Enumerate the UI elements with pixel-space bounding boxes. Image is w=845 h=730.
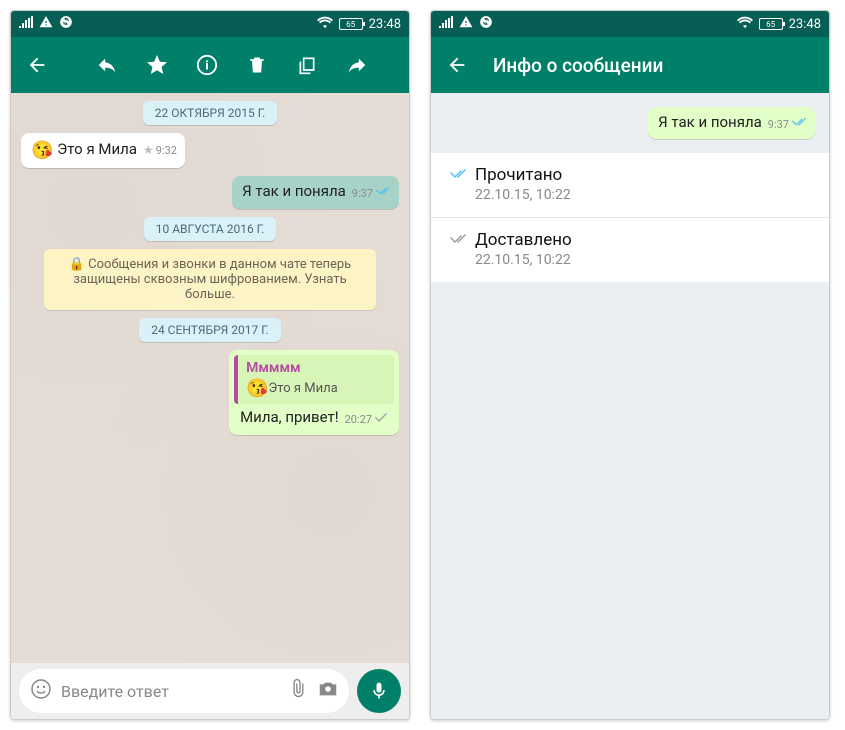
camera-icon[interactable] [317, 678, 339, 704]
battery-icon: 65 [339, 18, 363, 30]
info-action-bar: Инфо о сообщении [431, 37, 829, 93]
reply-quote[interactable]: Ммммм 😘Это я Мила [234, 355, 394, 405]
selection-action-bar [11, 37, 409, 93]
date-chip: 24 СЕНТЯБРЯ 2017 Г. [139, 318, 281, 342]
encryption-notice[interactable]: 🔒 Сообщения и звонки в данном чате тепер… [44, 249, 377, 310]
wifi-icon [317, 16, 333, 32]
delivered-checks-icon [449, 233, 467, 247]
message-input[interactable]: Введите ответ [19, 669, 349, 713]
star-icon: ★ [143, 143, 154, 159]
mic-button[interactable] [357, 669, 401, 713]
star-button[interactable] [139, 47, 175, 83]
message-time: 9:32 [156, 144, 177, 158]
status-bar: 65 23:48 [11, 11, 409, 37]
delete-button[interactable] [239, 47, 275, 83]
message-text: Мила, привет! [240, 408, 339, 426]
clock-text: 23:48 [789, 17, 821, 32]
quote-text: Это я Мила [268, 381, 337, 396]
warning-icon [39, 15, 53, 33]
page-title: Инфо о сообщении [493, 54, 663, 77]
date-chip: 22 ОКТЯБРЯ 2015 Г. [143, 101, 278, 125]
delivered-time: 22.10.15, 10:22 [475, 252, 811, 268]
sync-icon [59, 15, 73, 33]
read-checks-icon [375, 186, 391, 202]
reply-button[interactable] [89, 47, 125, 83]
message-out-selected[interactable]: Я так и поняла 9:37 [232, 176, 399, 208]
sent-check-icon [374, 412, 388, 428]
message-time: 9:37 [768, 118, 789, 132]
chat-input-bar: Введите ответ [11, 663, 409, 719]
info-message: Я так и поняла 9:37 [648, 107, 815, 139]
status-bar: 65 23:48 [431, 11, 829, 37]
delivered-label: Доставлено [475, 230, 572, 250]
read-label: Прочитано [475, 165, 562, 185]
battery-icon: 65 [759, 18, 783, 30]
info-button[interactable] [189, 47, 225, 83]
delivered-row: Доставлено 22.10.15, 10:22 [431, 218, 829, 282]
message-text: Это я Мила [57, 140, 137, 158]
back-button[interactable] [19, 47, 55, 83]
info-card: Прочитано 22.10.15, 10:22 Доставлено 22.… [431, 153, 829, 282]
signal-icon [19, 16, 33, 32]
chat-screen: 65 23:48 22 ОКТЯБРЯ 2015 Г. 😘 [10, 10, 410, 720]
read-row: Прочитано 22.10.15, 10:22 [431, 153, 829, 218]
wifi-icon [737, 16, 753, 32]
read-time: 22.10.15, 10:22 [475, 187, 811, 203]
quote-name: Ммммм [246, 359, 386, 377]
info-screen: 65 23:48 Инфо о сообщении Я так и поняла… [430, 10, 830, 720]
message-text: Я так и поняла [242, 182, 346, 200]
warning-icon [459, 15, 473, 33]
sync-icon [479, 15, 493, 33]
date-chip: 10 АВГУСТА 2016 Г. [144, 217, 277, 241]
message-text: Я так и поняла [658, 113, 762, 131]
emoji-kiss-icon: 😘 [31, 139, 53, 162]
emoji-picker-icon[interactable] [29, 677, 53, 705]
signal-icon [439, 16, 453, 32]
message-in[interactable]: 😘 Это я Мила ★ 9:32 [21, 133, 185, 168]
message-time: 20:27 [345, 413, 372, 427]
emoji-kiss-icon: 😘 [246, 377, 268, 400]
chat-body[interactable]: 22 ОКТЯБРЯ 2015 Г. 😘 Это я Мила ★ 9:32 Я… [11, 93, 409, 663]
clock-text: 23:48 [369, 17, 401, 32]
back-button[interactable] [439, 47, 475, 83]
attach-icon[interactable] [287, 678, 309, 704]
forward-button[interactable] [339, 47, 375, 83]
read-checks-icon [449, 168, 467, 182]
input-placeholder: Введите ответ [61, 682, 279, 701]
message-time: 9:37 [352, 187, 373, 201]
read-checks-icon [791, 117, 807, 133]
copy-button[interactable] [289, 47, 325, 83]
message-out-reply[interactable]: Ммммм 😘Это я Мила Мила, привет! 20:27 [229, 350, 399, 435]
info-body: Я так и поняла 9:37 Прочитано 22.10.15, … [431, 93, 829, 719]
